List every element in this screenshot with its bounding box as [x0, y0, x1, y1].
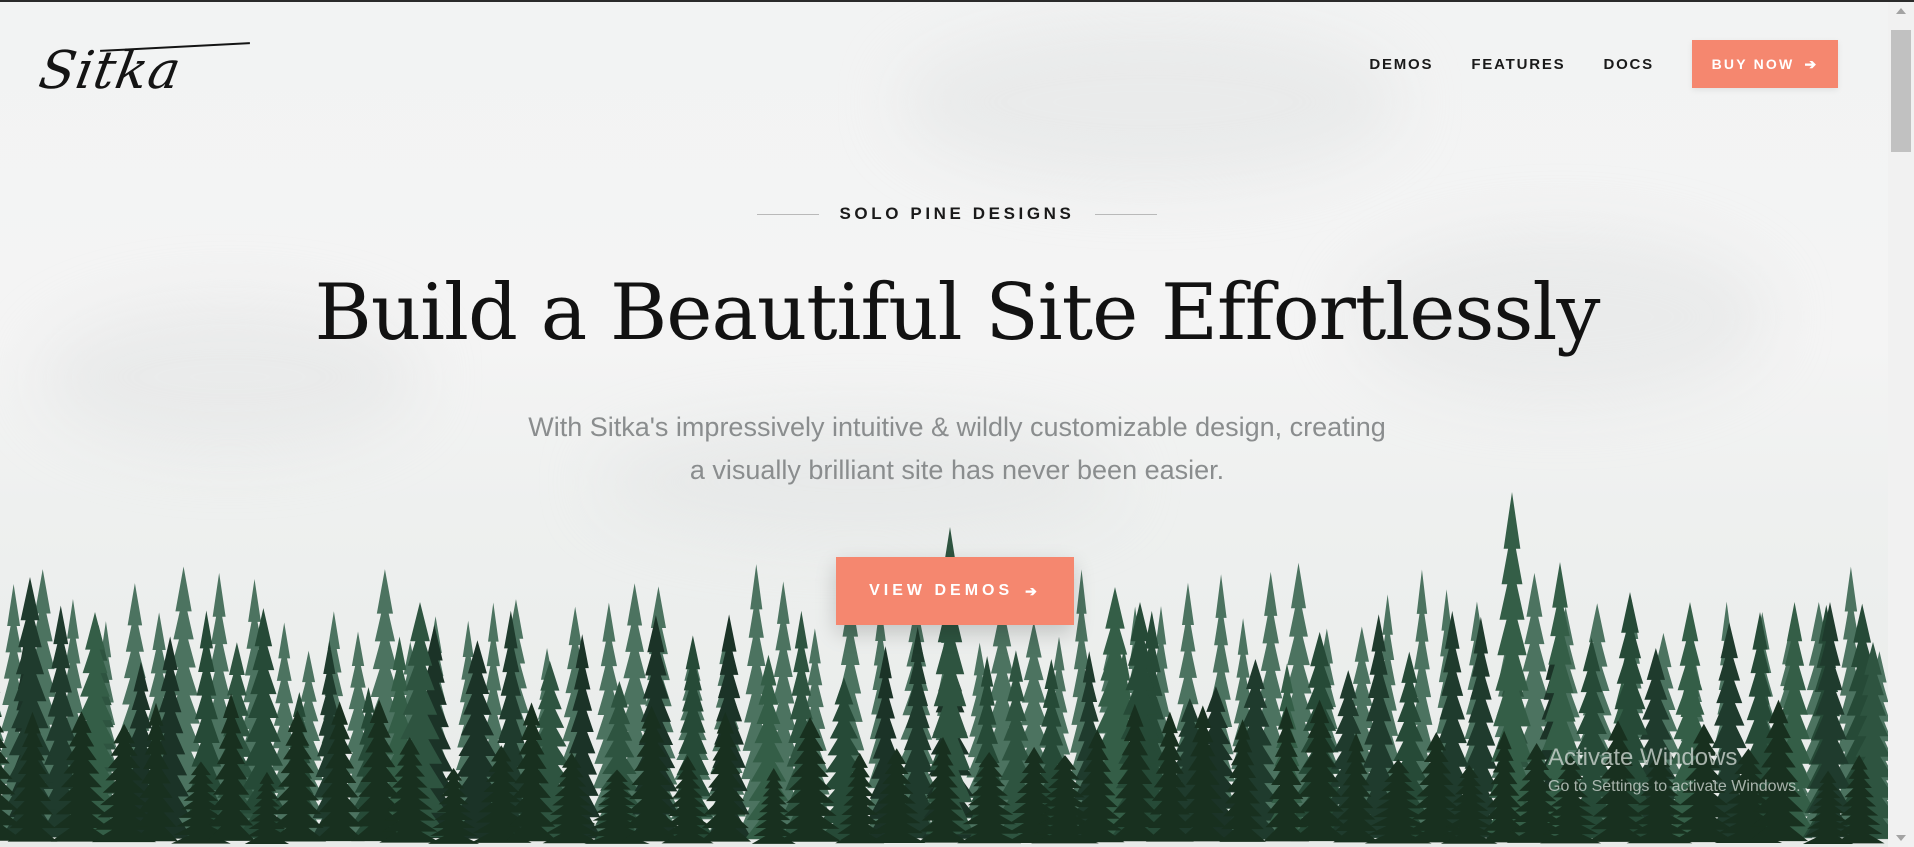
- nav-docs-link[interactable]: DOCS: [1603, 56, 1654, 73]
- arrow-right-icon: ➔: [1804, 55, 1819, 72]
- hero-subtitle: With Sitka's impressively intuitive & wi…: [0, 406, 1914, 492]
- main-nav: DEMOS FEATURES DOCS BUY NOW ➔: [1369, 40, 1838, 88]
- arrow-right-icon: ➔: [1025, 582, 1041, 599]
- hero-eyebrow: SOLO PINE DESIGNS: [0, 204, 1914, 224]
- hero-subtitle-line-2: a visually brilliant site has never been…: [689, 455, 1225, 485]
- logo-text: Sitka: [34, 41, 186, 101]
- eyebrow-label: SOLO PINE DESIGNS: [839, 204, 1075, 223]
- scrollbar-thumb[interactable]: [1891, 30, 1911, 152]
- site-logo[interactable]: Sitka: [35, 36, 250, 106]
- hero-subtitle-line-1: With Sitka's impressively intuitive & wi…: [528, 412, 1386, 442]
- scroll-up-arrow-icon[interactable]: [1896, 8, 1906, 14]
- view-demos-label: VIEW DEMOS: [869, 582, 1014, 599]
- buy-now-button[interactable]: BUY NOW ➔: [1692, 40, 1838, 88]
- nav-features-link[interactable]: FEATURES: [1471, 56, 1565, 73]
- view-demos-button[interactable]: VIEW DEMOS ➔: [836, 557, 1074, 625]
- vertical-scrollbar[interactable]: [1888, 2, 1914, 847]
- watermark-title: Activate Windows: [1548, 744, 1738, 771]
- activate-windows-watermark: Activate Windows Go to Settings to activ…: [1548, 744, 1801, 796]
- scroll-down-arrow-icon[interactable]: [1896, 835, 1906, 841]
- watermark-subtitle: Go to Settings to activate Windows.: [1548, 778, 1801, 795]
- buy-now-label: BUY NOW: [1711, 56, 1795, 72]
- nav-demos-link[interactable]: DEMOS: [1369, 56, 1433, 73]
- eyebrow-rule-right: [1094, 213, 1157, 215]
- hero-headline: Build a Beautiful Site Effortlessly: [314, 268, 1601, 358]
- eyebrow-rule-left: [757, 213, 820, 215]
